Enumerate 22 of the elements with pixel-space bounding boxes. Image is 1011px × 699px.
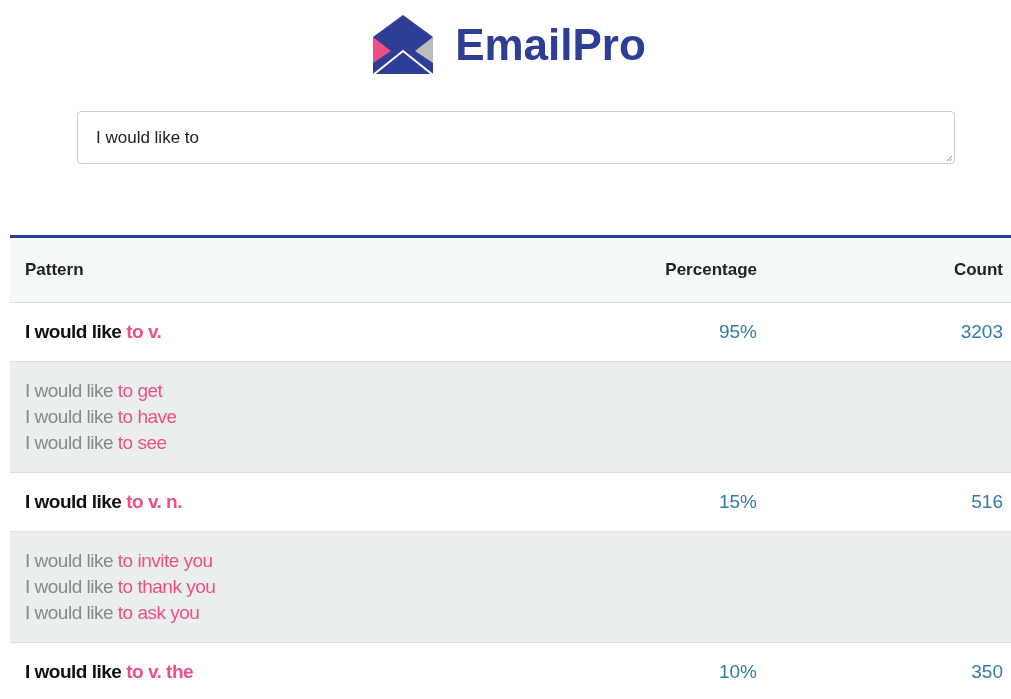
column-header: Count bbox=[952, 260, 1004, 280]
resize-grip-icon[interactable] bbox=[944, 153, 953, 162]
count-cell-text: 516 bbox=[970, 491, 1004, 513]
column-header: Pattern bbox=[24, 260, 85, 280]
pattern-cell-text: I would like to v. n. bbox=[24, 491, 183, 513]
column-header: Percentage bbox=[664, 260, 757, 280]
pattern-cell-text: I would like to v. bbox=[24, 321, 163, 343]
percentage-cell-text: 15% bbox=[717, 491, 757, 513]
pattern-cell-text: I would like to v. the bbox=[24, 661, 195, 683]
count-cell-text: 3203 bbox=[959, 321, 1004, 343]
example-text: I would like to invite you bbox=[25, 549, 213, 573]
example-text: I would like to see bbox=[25, 431, 167, 455]
percentage-cell-text: 10% bbox=[717, 661, 757, 683]
search-field[interactable]: I would like to bbox=[77, 111, 955, 164]
percentage-cell-text: 95% bbox=[717, 321, 757, 343]
example-text: I would like to have bbox=[25, 405, 177, 429]
example-text: I would like to ask you bbox=[25, 601, 200, 625]
example-text: I would like to thank you bbox=[25, 575, 216, 599]
brand-name: EmailPro bbox=[455, 20, 646, 70]
count-cell-text: 350 bbox=[970, 661, 1004, 683]
example-text: I would like to get bbox=[25, 379, 163, 403]
envelope-logo-icon bbox=[371, 13, 436, 77]
